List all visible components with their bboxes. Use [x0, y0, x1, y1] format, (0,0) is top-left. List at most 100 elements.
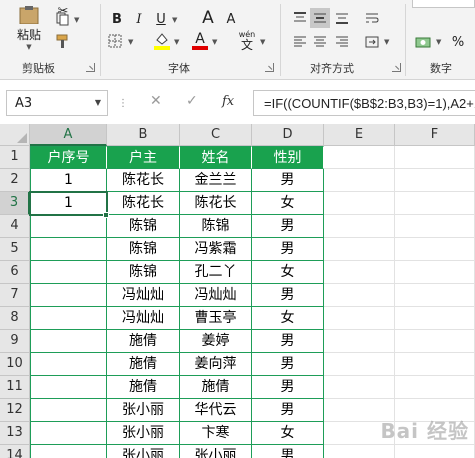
row-header-4[interactable]: 4 — [0, 215, 30, 238]
cell-a6[interactable] — [30, 261, 107, 284]
chevron-down-icon[interactable]: ▼ — [95, 98, 101, 107]
cell-b5[interactable]: 陈锦 — [107, 238, 180, 261]
number-format-dropdown[interactable] — [412, 0, 475, 8]
cell-c4[interactable]: 陈锦 — [180, 215, 252, 238]
column-header-c[interactable]: C — [180, 124, 252, 146]
cell-a7[interactable] — [30, 284, 107, 307]
cell-c3[interactable]: 陈花长 — [180, 192, 252, 215]
cell-b14[interactable]: 张小丽 — [107, 445, 180, 458]
cell-e3[interactable] — [324, 192, 395, 215]
grow-font-button[interactable]: A — [198, 8, 218, 28]
cell-e5[interactable] — [324, 238, 395, 261]
row-header-7[interactable]: 7 — [0, 284, 30, 307]
row-header-10[interactable]: 10 — [0, 353, 30, 376]
row-header-11[interactable]: 11 — [0, 376, 30, 399]
cell-d9[interactable]: 男 — [252, 330, 324, 353]
cell-f10[interactable] — [395, 353, 475, 376]
select-all-button[interactable] — [0, 124, 30, 146]
cell-d1[interactable]: 性别 — [252, 146, 324, 169]
cell-c6[interactable]: 孔二丫 — [180, 261, 252, 284]
cell-b4[interactable]: 陈锦 — [107, 215, 180, 238]
cell-c11[interactable]: 施倩 — [180, 376, 252, 399]
cell-f4[interactable] — [395, 215, 475, 238]
copy-icon[interactable] — [52, 10, 74, 28]
cell-d5[interactable]: 男 — [252, 238, 324, 261]
row-header-14[interactable]: 14 — [0, 445, 30, 458]
column-header-a[interactable]: A — [30, 124, 107, 146]
cell-c10[interactable]: 姜向萍 — [180, 353, 252, 376]
cell-b3[interactable]: 陈花长 — [107, 192, 180, 215]
cell-c1[interactable]: 姓名 — [180, 146, 252, 169]
align-center-icon[interactable] — [310, 32, 330, 52]
cell-d6[interactable]: 女 — [252, 261, 324, 284]
cell-b2[interactable]: 陈花长 — [107, 169, 180, 192]
cell-f5[interactable] — [395, 238, 475, 261]
align-left-icon[interactable] — [290, 32, 310, 52]
cell-e10[interactable] — [324, 353, 395, 376]
row-header-12[interactable]: 12 — [0, 399, 30, 422]
align-bottom-icon[interactable] — [332, 8, 352, 28]
fill-color-icon[interactable] — [152, 30, 172, 52]
cell-b12[interactable]: 张小丽 — [107, 399, 180, 422]
cell-e6[interactable] — [324, 261, 395, 284]
row-header-1[interactable]: 1 — [0, 146, 30, 169]
row-header-6[interactable]: 6 — [0, 261, 30, 284]
cell-d3[interactable]: 女 — [252, 192, 324, 215]
phonetic-button[interactable]: wén 文 — [236, 30, 258, 52]
align-right-icon[interactable] — [332, 32, 352, 52]
cell-a12[interactable] — [30, 399, 107, 422]
cell-d4[interactable]: 男 — [252, 215, 324, 238]
cancel-icon[interactable]: ✕ — [150, 93, 162, 109]
column-header-d[interactable]: D — [252, 124, 324, 146]
cell-e9[interactable] — [324, 330, 395, 353]
cell-a13[interactable] — [30, 422, 107, 445]
cell-e14[interactable] — [324, 445, 395, 458]
cell-a10[interactable] — [30, 353, 107, 376]
cell-a3[interactable]: 1 — [30, 192, 107, 215]
cell-c8[interactable]: 曹玉亭 — [180, 307, 252, 330]
column-header-b[interactable]: B — [107, 124, 180, 146]
wrap-text-icon[interactable] — [362, 8, 382, 28]
column-header-f[interactable]: F — [395, 124, 475, 146]
fill-handle[interactable] — [103, 212, 109, 218]
align-top-icon[interactable] — [290, 8, 310, 28]
row-header-3[interactable]: 3 — [0, 192, 30, 215]
cell-e1[interactable] — [324, 146, 395, 169]
cell-f3[interactable] — [395, 192, 475, 215]
cell-b10[interactable]: 施倩 — [107, 353, 180, 376]
cell-c2[interactable]: 金兰兰 — [180, 169, 252, 192]
italic-button[interactable]: I — [130, 10, 148, 28]
cell-e7[interactable] — [324, 284, 395, 307]
cell-d8[interactable]: 女 — [252, 307, 324, 330]
currency-format-icon[interactable] — [412, 32, 434, 52]
alignment-launcher-icon[interactable] — [392, 63, 401, 72]
cell-c5[interactable]: 冯紫霜 — [180, 238, 252, 261]
cell-c13[interactable]: 卞寒 — [180, 422, 252, 445]
cell-a8[interactable] — [30, 307, 107, 330]
cell-e2[interactable] — [324, 169, 395, 192]
cell-b13[interactable]: 张小丽 — [107, 422, 180, 445]
cell-f14[interactable] — [395, 445, 475, 458]
name-box[interactable]: A3 ▼ — [6, 90, 108, 116]
cell-d10[interactable]: 男 — [252, 353, 324, 376]
cell-d13[interactable]: 女 — [252, 422, 324, 445]
cell-f6[interactable] — [395, 261, 475, 284]
cell-a9[interactable] — [30, 330, 107, 353]
cell-e4[interactable] — [324, 215, 395, 238]
paste-button[interactable]: 粘贴 ▼ — [12, 4, 46, 52]
bold-button[interactable]: B — [108, 10, 126, 28]
insert-function-button[interactable]: fx — [222, 94, 234, 109]
cell-d12[interactable]: 男 — [252, 399, 324, 422]
cell-b11[interactable]: 施倩 — [107, 376, 180, 399]
format-painter-icon[interactable] — [52, 32, 74, 50]
align-middle-icon[interactable] — [310, 8, 330, 28]
cell-d11[interactable]: 男 — [252, 376, 324, 399]
splitter-handle[interactable]: ⋮ — [118, 98, 129, 109]
cell-e11[interactable] — [324, 376, 395, 399]
cell-f7[interactable] — [395, 284, 475, 307]
cell-a4[interactable] — [30, 215, 107, 238]
row-header-9[interactable]: 9 — [0, 330, 30, 353]
worksheet-grid[interactable]: A B C D E F 1 户序号 户主 姓名 性别 2 1 陈花长 金兰兰男 3 1 陈花长 陈花长女 4 陈锦 陈锦男… — [0, 124, 475, 458]
underline-button[interactable]: U — [152, 10, 170, 28]
cell-b7[interactable]: 冯灿灿 — [107, 284, 180, 307]
